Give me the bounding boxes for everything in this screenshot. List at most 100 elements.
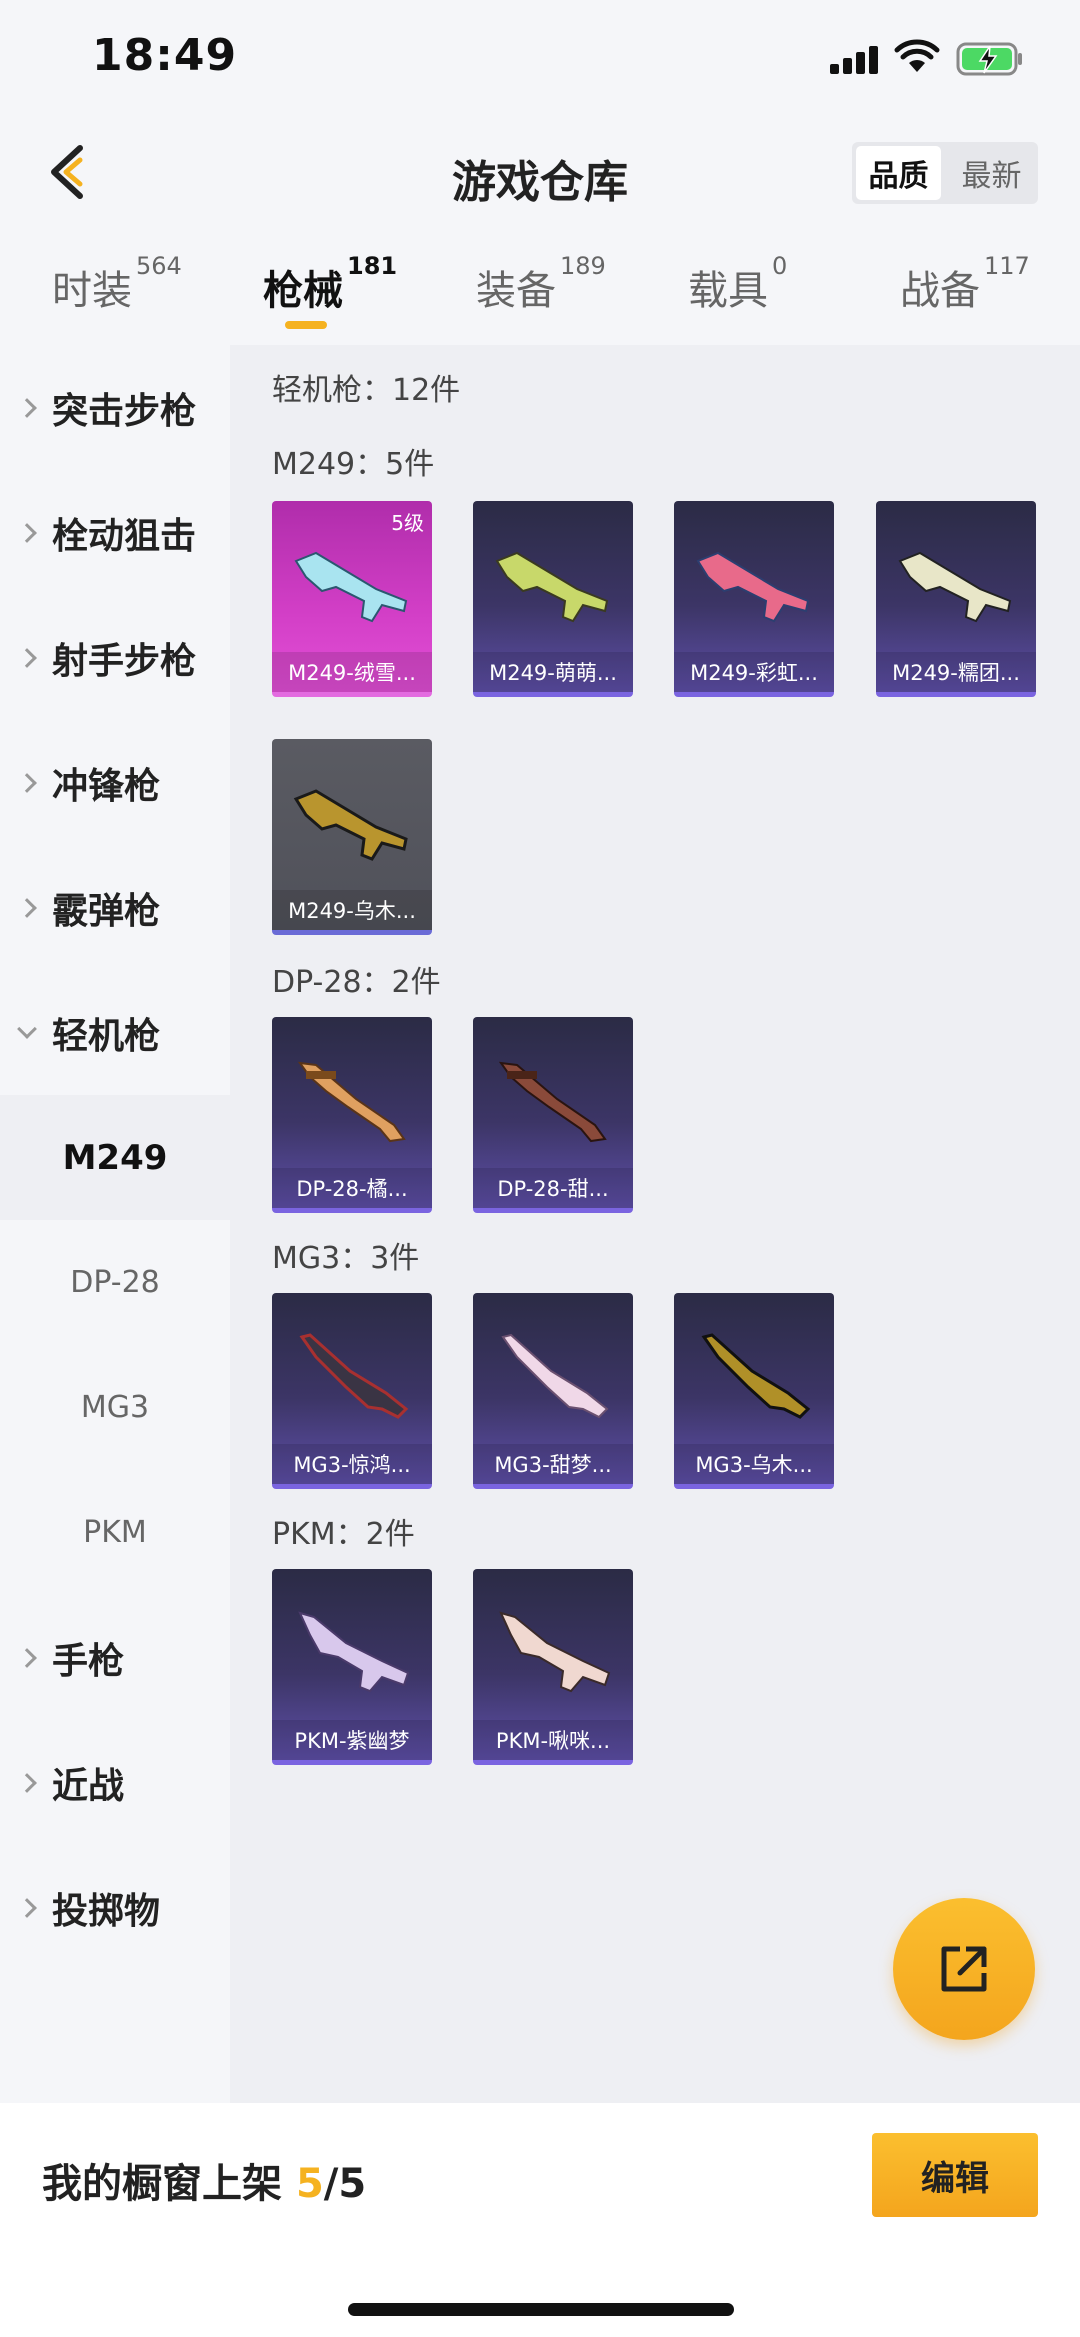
sort-quality-button[interactable]: 品质 — [856, 146, 941, 200]
chevron-right-icon — [17, 397, 37, 418]
tab-label: 装备 — [476, 268, 556, 314]
sidebar-item-label: 手枪 — [52, 1640, 125, 1682]
sidebar-item-marksman-rifle[interactable]: 射手步枪 — [0, 595, 230, 720]
sidebar-item-throwables[interactable]: 投掷物 — [0, 1845, 230, 1970]
status-bar: 18:49 — [0, 0, 1080, 120]
sidebar-item-lmg[interactable]: 轻机枪 — [0, 970, 230, 1095]
nav-bar: 游戏仓库 品质 最新 — [0, 120, 1080, 240]
level-badge: 5级 — [391, 511, 424, 535]
sidebar-sub-mg3[interactable]: MG3 — [0, 1345, 230, 1470]
item-name: MG3-乌木... — [674, 1444, 834, 1484]
sidebar-sub-m249[interactable]: M249 — [0, 1095, 230, 1220]
showcase-label: 我的橱窗上架 — [42, 2161, 282, 2207]
lmg-skin-icon — [498, 1061, 607, 1143]
share-icon — [941, 1946, 987, 1992]
sidebar-item-bolt-sniper[interactable]: 栓动狙击 — [0, 470, 230, 595]
tab-label: 枪械 — [263, 268, 343, 314]
item-card[interactable]: M249-萌萌... — [473, 501, 633, 697]
item-card[interactable]: M249-彩虹... — [674, 501, 834, 697]
lmg-skin-icon — [495, 551, 609, 623]
showcase-total: /5 — [323, 2161, 367, 2207]
group-header-m249: M249：5件 — [272, 447, 435, 482]
sidebar-item-shotgun[interactable]: 霰弹枪 — [0, 845, 230, 970]
sidebar-item-label: 霰弹枪 — [52, 890, 161, 932]
chevron-right-icon — [17, 522, 37, 543]
lmg-skin-icon — [298, 1611, 410, 1693]
item-card[interactable]: 5级 M249-绒雪... — [272, 501, 432, 697]
item-name: MG3-甜梦... — [473, 1444, 633, 1484]
lmg-skin-icon — [696, 551, 810, 623]
sidebar-item-pistol[interactable]: 手枪 — [0, 1595, 230, 1720]
active-tab-indicator — [285, 321, 327, 329]
lmg-skin-icon — [898, 551, 1012, 623]
chevron-right-icon — [17, 897, 37, 918]
chevron-down-icon — [17, 1018, 37, 1039]
item-card[interactable]: PKM-啾咪... — [473, 1569, 633, 1765]
group-header-pkm: PKM：2件 — [272, 1517, 415, 1552]
lmg-skin-icon — [294, 551, 408, 623]
share-button[interactable] — [893, 1898, 1035, 2040]
item-name: M249-绒雪... — [272, 652, 432, 692]
tab-vehicles[interactable]: 载具0 — [688, 252, 787, 316]
sort-toggle: 品质 最新 — [852, 142, 1038, 204]
item-card[interactable]: M249-乌木... — [272, 739, 432, 935]
item-grid: 轻机枪：12件 M249：5件 5级 M249-绒雪... M249-萌萌...… — [230, 345, 1080, 2103]
sidebar-sub-pkm[interactable]: PKM — [0, 1470, 230, 1595]
category-summary: 轻机枪：12件 — [272, 373, 461, 408]
tab-count: 181 — [347, 252, 398, 280]
category-tabs: 时装564 枪械181 装备189 载具0 战备117 — [0, 240, 1080, 345]
tab-weapons[interactable]: 枪械181 — [263, 252, 397, 316]
battery-charging-icon — [956, 42, 1022, 76]
item-name: PKM-啾咪... — [473, 1720, 633, 1760]
item-name: MG3-惊鸿... — [272, 1444, 432, 1484]
showcase-status: 我的橱窗上架 5/5 — [42, 2151, 366, 2209]
tab-supplies[interactable]: 战备117 — [900, 252, 1030, 316]
chevron-right-icon — [17, 1897, 37, 1918]
sort-newest-button[interactable]: 最新 — [949, 146, 1034, 200]
sidebar-item-smg[interactable]: 冲锋枪 — [0, 720, 230, 845]
item-card[interactable]: M249-糯团... — [876, 501, 1036, 697]
sidebar-item-label: 栓动狙击 — [52, 515, 197, 557]
chevron-right-icon — [17, 772, 37, 793]
item-name: M249-萌萌... — [473, 652, 633, 692]
edit-button[interactable]: 编辑 — [872, 2133, 1038, 2217]
sidebar-sub-dp28[interactable]: DP-28 — [0, 1220, 230, 1345]
item-name: DP-28-橘... — [272, 1168, 432, 1208]
tab-count: 117 — [984, 252, 1030, 280]
wifi-icon — [894, 39, 940, 72]
item-name: M249-糯团... — [876, 652, 1036, 692]
tab-equipment[interactable]: 装备189 — [476, 252, 606, 316]
tab-count: 564 — [136, 252, 182, 280]
sidebar-item-label: 冲锋枪 — [52, 765, 161, 807]
chevron-right-icon — [17, 1772, 37, 1793]
chevron-right-icon — [17, 647, 37, 668]
sidebar-item-label: 近战 — [52, 1765, 125, 1807]
sidebar-item-melee[interactable]: 近战 — [0, 1720, 230, 1845]
item-card[interactable]: DP-28-甜... — [473, 1017, 633, 1213]
sidebar-item-label: 射手步枪 — [52, 640, 197, 682]
lmg-skin-icon — [499, 1611, 611, 1693]
item-card[interactable]: PKM-紫幽梦 — [272, 1569, 432, 1765]
sidebar-item-assault-rifle[interactable]: 突击步枪 — [0, 345, 230, 470]
item-card[interactable]: DP-28-橘... — [272, 1017, 432, 1213]
item-card[interactable]: MG3-甜梦... — [473, 1293, 633, 1489]
tab-label: 战备 — [900, 268, 980, 314]
showcase-current: 5 — [295, 2161, 324, 2207]
sidebar-item-label: 轻机枪 — [52, 1015, 161, 1057]
tab-label: 时装 — [52, 268, 132, 314]
tab-fashion[interactable]: 时装564 — [52, 252, 182, 316]
lmg-skin-icon — [299, 1333, 409, 1419]
bottom-bar: 我的橱窗上架 5/5 编辑 — [0, 2103, 1080, 2337]
lmg-skin-icon — [293, 789, 408, 861]
status-time: 18:49 — [92, 30, 238, 81]
item-name: M249-乌木... — [272, 890, 432, 930]
cellular-signal-icon — [830, 46, 878, 74]
sidebar-item-label: 突击步枪 — [52, 390, 197, 432]
item-card[interactable]: MG3-乌木... — [674, 1293, 834, 1489]
lmg-skin-icon — [701, 1333, 811, 1419]
sidebar-item-label: 投掷物 — [52, 1890, 161, 1932]
item-card[interactable]: MG3-惊鸿... — [272, 1293, 432, 1489]
tab-label: 载具 — [688, 268, 768, 314]
item-name: PKM-紫幽梦 — [272, 1720, 432, 1760]
chevron-right-icon — [17, 1647, 37, 1668]
